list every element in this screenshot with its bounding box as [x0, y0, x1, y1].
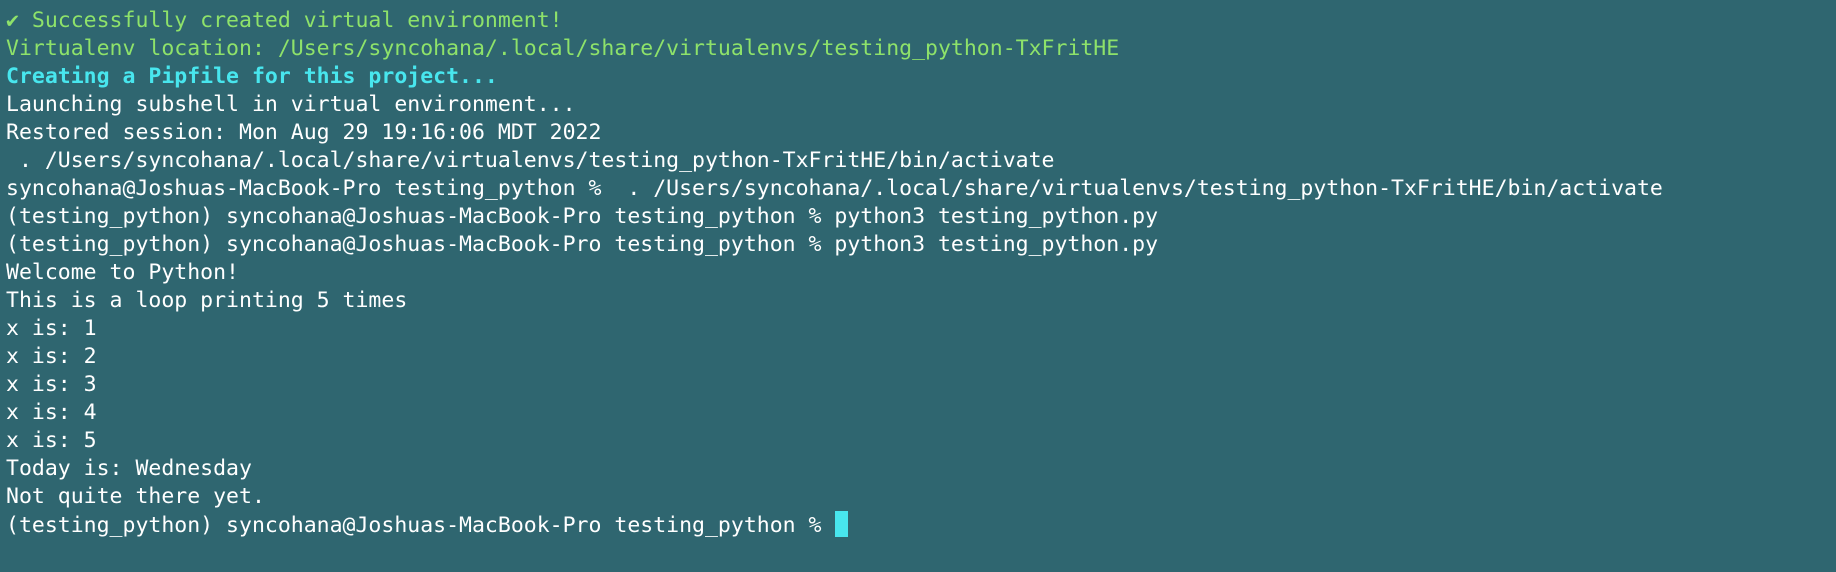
output-line-restored-session: Restored session: Mon Aug 29 19:16:06 MD… [6, 120, 602, 145]
terminal-window[interactable]: ✔ Successfully created virtual environme… [0, 0, 1836, 572]
output-line-x-4: x is: 4 [6, 400, 97, 425]
output-line-launching-subshell: Launching subshell in virtual environmen… [6, 92, 576, 117]
output-line-loop-intro: This is a loop printing 5 times [6, 288, 408, 313]
output-line-x-1: x is: 1 [6, 316, 97, 341]
output-line-welcome: Welcome to Python! [6, 260, 239, 285]
output-line-activate-path: . /Users/syncohana/.local/share/virtuale… [6, 148, 1055, 173]
command-line-python-run-2: (testing_python) syncohana@Joshuas-MacBo… [6, 232, 1159, 257]
text-cursor[interactable] [835, 511, 849, 537]
command-line-python-run-1: (testing_python) syncohana@Joshuas-MacBo… [6, 204, 1159, 229]
output-line-today: Today is: Wednesday [6, 456, 252, 481]
output-line-x-3: x is: 3 [6, 372, 97, 397]
shell-prompt: (testing_python) syncohana@Joshuas-MacBo… [6, 513, 835, 538]
output-line-x-5: x is: 5 [6, 428, 97, 453]
output-line-not-quite: Not quite there yet. [6, 484, 265, 509]
output-line-virtualenv-location: Virtualenv location: /Users/syncohana/.l… [6, 36, 1120, 61]
command-line-activate: syncohana@Joshuas-MacBook-Pro testing_py… [6, 176, 1663, 201]
output-line-success: ✔ Successfully created virtual environme… [6, 8, 563, 33]
current-prompt-line[interactable]: (testing_python) syncohana@Joshuas-MacBo… [6, 511, 1836, 539]
output-line-creating-pipfile: Creating a Pipfile for this project... [6, 64, 498, 89]
output-line-x-2: x is: 2 [6, 344, 97, 369]
